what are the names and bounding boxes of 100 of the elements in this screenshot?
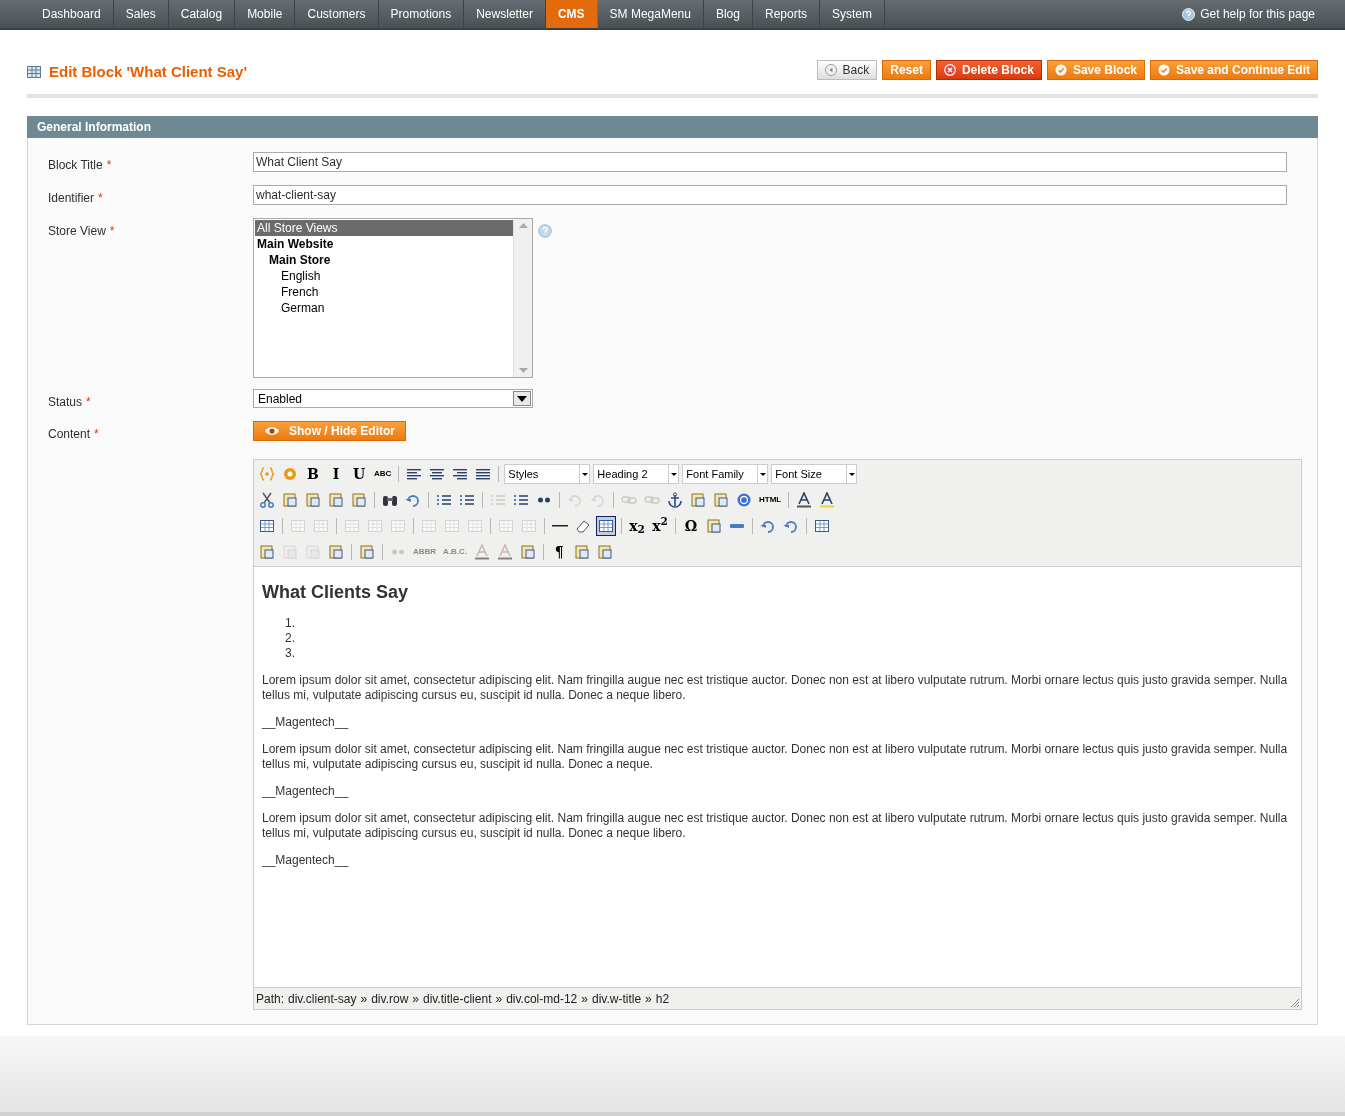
toolbar-dropdown[interactable]: Heading 2 — [593, 464, 680, 484]
toolbar-dropdown[interactable]: Font Family — [682, 464, 769, 484]
checkmark-icon — [1158, 64, 1170, 76]
content-paragraph: Lorem ipsum dolor sit amet, consectetur adipiscing elit. Nam fringilla augue nec est tristique auctor. Donec non est at libero vulputate rutrum. Morbi ornare lectus quis justo gravida semper. Nulla tellus mi, vulputate adipiscing cursus eu, suscipit id nulla. Donec a neque libero. — [262, 673, 1289, 703]
list-number: 3. — [285, 646, 296, 661]
path-separator: » — [360, 990, 368, 1008]
content-paragraph: __Magentech__ — [262, 853, 350, 868]
caret-down-icon — [848, 472, 855, 476]
horizontal-rule-icon — [552, 525, 568, 527]
store-view-option[interactable]: Main Store — [255, 252, 513, 268]
store-view-option[interactable]: All Store Views — [255, 220, 513, 236]
nav-menu-item[interactable]: Blog — [703, 0, 753, 28]
checkmark-icon — [1054, 64, 1067, 76]
undo-icon — [567, 492, 583, 508]
path-separator: » — [412, 990, 419, 1008]
nav-menu-item[interactable]: Sales — [113, 0, 169, 28]
content-heading: What Clients Say — [262, 581, 410, 604]
scroll-down-icon — [518, 368, 528, 373]
toolbar-button[interactable]: B — [303, 464, 323, 484]
caret-down-icon — [517, 395, 527, 402]
align-right-icon — [452, 466, 469, 482]
arrow-left-icon — [824, 64, 837, 76]
path-label: Path: — [256, 990, 285, 1008]
nav-menu-item[interactable]: Reports — [752, 0, 820, 28]
bullet-list-icon — [436, 492, 452, 508]
toolbar-button[interactable]: U — [349, 464, 369, 484]
toolbar-dropdown[interactable]: Font Size — [771, 464, 858, 484]
field-label: Block Title — [48, 157, 103, 174]
identifier-field[interactable]: what-client-say — [253, 185, 1287, 205]
toolbar-button[interactable]: x$^{2}$ — [650, 516, 670, 536]
page-title: Edit Block 'What Client Say' — [49, 61, 247, 82]
field-label: Identifier — [48, 190, 95, 207]
toolbar-button[interactable]: ¶ — [549, 542, 570, 562]
path-separator: » — [495, 990, 503, 1008]
scroll-up-icon — [518, 223, 528, 228]
path-link[interactable]: div.w-title — [592, 989, 642, 1008]
store-view-option[interactable]: French — [255, 284, 513, 300]
toolbar-dropdown[interactable]: Styles — [504, 464, 591, 484]
text-color-icon — [796, 492, 813, 508]
toolbar-button[interactable] — [596, 516, 616, 536]
nav-menu-item[interactable]: Mobile — [235, 0, 296, 28]
field-label: Status — [48, 394, 83, 411]
align-justify-icon — [475, 466, 492, 482]
content-paragraph: Lorem ipsum dolor sit amet, consectetur adipiscing elit. Nam fringilla augue nec est tristique auctor. Donec non est at libero vulputate rutrum. Morbi ornare lectus quis justo gravida semper. Nulla tellus mi, vulputate adipiscing cursus eu, suscipit id nulla. Donec a neque. — [262, 742, 1289, 772]
path-link[interactable]: div.title-client — [423, 989, 492, 1008]
path-link[interactable]: h2 — [655, 989, 670, 1008]
status-dropdown[interactable]: Enabled — [253, 389, 533, 408]
resize-handle-icon[interactable] — [1290, 998, 1300, 1008]
help-link[interactable]: Get help for this page — [1182, 0, 1315, 28]
path-link[interactable]: div.row — [371, 989, 409, 1008]
content-paragraph: Lorem ipsum dolor sit amet, consectetur adipiscing elit. Nam fringilla augue nec est tristique auctor. Donec non est at libero vulputate rutrum. Morbi ornare lectus quis justo gravida semper. Nulla tellus mi, vulputate adipiscing cursus eu, suscipit id nulla. Donec a neque libero. — [262, 811, 1289, 841]
grid-icon — [27, 66, 41, 78]
content-paragraph: __Magentech__ — [262, 784, 350, 799]
required-mark: * — [109, 223, 115, 240]
nav-menu-item[interactable]: Promotions — [378, 0, 465, 28]
eraser-icon — [575, 518, 591, 534]
delete-icon — [943, 64, 956, 76]
bar-icon — [730, 524, 744, 528]
required-mark: * — [106, 157, 112, 174]
section-header: General Information — [27, 116, 1318, 138]
list-number: 2. — [285, 631, 296, 646]
field-label: Content — [48, 426, 91, 443]
delete-button[interactable]: Delete Block — [935, 60, 1042, 80]
anchor-icon — [667, 492, 683, 508]
store-view-option[interactable]: Main Website — [255, 236, 513, 252]
align-left-icon — [406, 466, 423, 482]
toolbar-button[interactable]: I — [326, 464, 346, 484]
toolbar-button[interactable]: HTML — [757, 490, 784, 510]
block-title-field[interactable]: What Client Say — [253, 152, 1287, 172]
nav-menu-item[interactable]: Customers — [295, 0, 379, 28]
toolbar-button[interactable]: Ω — [681, 516, 701, 536]
path-separator: » — [581, 990, 588, 1008]
store-view-listbox[interactable]: All Store Views Main Website Main Store English French German — [253, 218, 533, 378]
table-edit-icon — [259, 518, 275, 534]
toolbar-button[interactable] — [665, 490, 685, 510]
caret-down-icon — [581, 472, 588, 476]
toolbar-button[interactable]: x$_{2}$ — [627, 516, 647, 536]
required-mark: * — [86, 394, 91, 411]
redo-icon — [590, 492, 606, 508]
list-number: 1. — [285, 616, 296, 631]
content-paragraph: __Magentech__ — [262, 715, 350, 730]
nav-menu-item[interactable]: Dashboard — [30, 0, 114, 28]
caret-down-icon — [759, 472, 766, 476]
nav-menu-item[interactable]: SM MegaMenu — [597, 0, 704, 28]
store-view-option[interactable]: German — [255, 300, 513, 316]
code-icon — [259, 466, 275, 482]
table-grid-icon — [598, 518, 614, 534]
store-view-option[interactable]: English — [255, 268, 513, 284]
nav-menu-item[interactable]: Newsletter — [464, 0, 546, 28]
path-link[interactable]: div.col-md-12 — [506, 989, 578, 1008]
align-center-icon — [429, 466, 446, 482]
path-link[interactable]: div.client-say — [288, 989, 357, 1008]
nav-menu-item[interactable]: Catalog — [168, 0, 236, 28]
required-mark: * — [98, 190, 103, 207]
back-button[interactable]: Back — [816, 60, 878, 80]
toolbar-button[interactable]: ABC — [372, 464, 394, 484]
required-mark: * — [94, 426, 99, 443]
toolbar-button[interactable] — [257, 490, 277, 510]
nav-menu-item[interactable]: System — [820, 0, 885, 28]
path-separator: » — [645, 990, 652, 1008]
